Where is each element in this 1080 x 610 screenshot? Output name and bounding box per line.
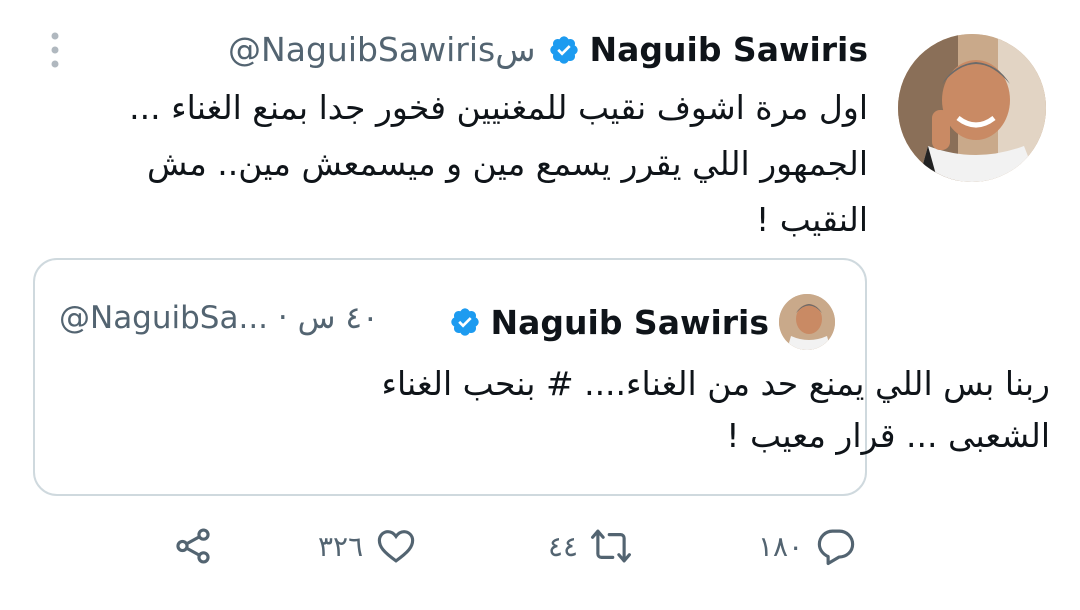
quoted-tweet-text: ربنا بس اللي يمنع حد من الغناء.... # بنح… — [290, 358, 1050, 462]
share-icon — [176, 528, 210, 564]
quoted-tweet-text-line: ربنا بس اللي يمنع حد من الغناء.... # بنح… — [381, 364, 1050, 403]
heart-icon — [377, 530, 415, 563]
reply-count: ١٨٠ — [758, 529, 804, 563]
retweet-icon — [591, 529, 632, 563]
quoted-tweet-meta: @NaguibSa... · ٤٠ س — [59, 300, 379, 336]
more-vertical-icon[interactable] — [44, 30, 66, 70]
author-name[interactable]: Naguib Sawiris — [590, 30, 869, 69]
quoted-tweet-text-line: الشعبى ... قرار معيب ! — [726, 416, 1050, 455]
verified-badge-icon — [449, 306, 481, 338]
author-handle[interactable]: @NaguibSawirisس — [228, 30, 535, 69]
verified-badge-icon — [548, 34, 580, 66]
action-bar: ٣٢٦ ٤٤ ١٨٠ — [0, 525, 1080, 585]
tweet-header: @NaguibSawirisس Naguib Sawiris — [228, 30, 868, 69]
quoted-tweet-header: Naguib Sawiris — [449, 294, 835, 350]
quoted-author-name[interactable]: Naguib Sawiris — [491, 303, 770, 342]
retweet-button[interactable]: ٤٤ — [548, 525, 632, 567]
reply-icon — [817, 529, 855, 566]
quoted-avatar[interactable] — [779, 294, 835, 350]
share-button[interactable] — [172, 525, 214, 567]
tweet-text: اول مرة اشوف نقيب للمغنيين فخور جدا بمنع… — [129, 88, 868, 239]
like-button[interactable]: ٣٢٦ — [318, 525, 417, 567]
retweet-count: ٤٤ — [548, 529, 579, 563]
reply-button[interactable]: ١٨٠ — [758, 525, 857, 567]
tweet[interactable]: @NaguibSawirisس Naguib Sawiris اول مرة ا… — [0, 0, 1080, 610]
like-count: ٣٢٦ — [318, 529, 364, 563]
avatar[interactable] — [898, 34, 1046, 182]
